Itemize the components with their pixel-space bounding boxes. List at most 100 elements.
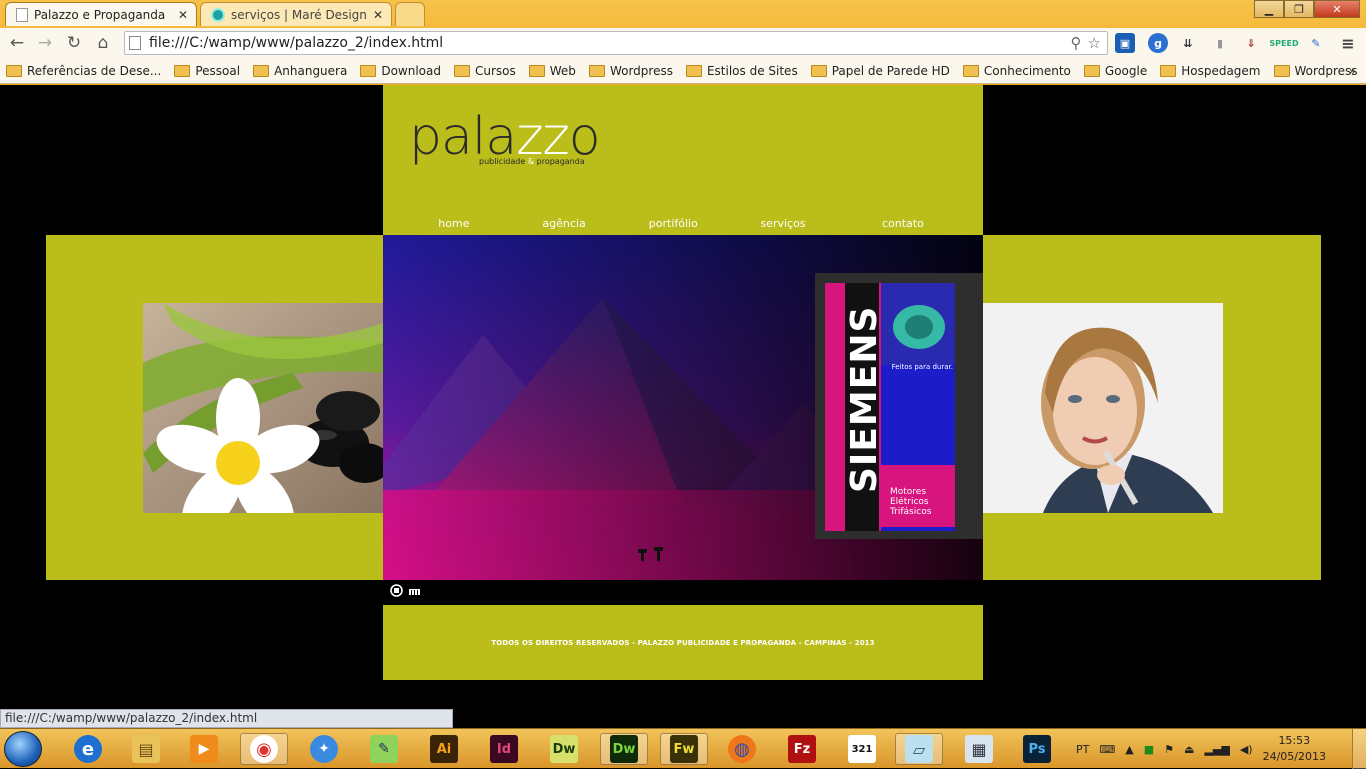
taskbar-counter[interactable]: 321 (838, 733, 886, 765)
bookmark-label: Web (549, 63, 576, 78)
taskbar-calculator[interactable]: ▦ (955, 733, 1003, 765)
svg-text:SIEMENS: SIEMENS (844, 306, 885, 493)
site-header: palazzo publicidade & propaganda home ag… (383, 85, 983, 235)
palazzo-logo[interactable]: palazzo publicidade & propaganda (409, 107, 601, 167)
menu-agencia[interactable]: agência (525, 217, 604, 230)
dreamweaver-icon: Dw (610, 735, 638, 763)
bookmark-folder-7[interactable]: Estilos de Sites (685, 64, 798, 78)
close-tab-icon[interactable]: ✕ (373, 8, 383, 22)
extension-signal-icon[interactable]: ▮ (1210, 33, 1230, 53)
show-hidden-icons-icon[interactable]: ▲ (1125, 743, 1133, 756)
taskbar-dreamweaver-old[interactable]: Dw (540, 733, 588, 765)
slide-indicators-icon[interactable] (409, 587, 423, 595)
url-text[interactable]: file:///C:/wamp/www/palazzo_2/index.html (149, 35, 1071, 51)
taskbar-safari[interactable]: ✦ (300, 733, 348, 765)
taskbar-media-player[interactable]: ▶ (180, 733, 228, 765)
bookmark-folder-9[interactable]: Conhecimento (962, 63, 1071, 78)
safely-remove-icon[interactable]: ⏏ (1184, 743, 1194, 756)
notes-icon: ▱ (905, 735, 933, 763)
menu-contato[interactable]: contato (823, 217, 983, 230)
taskbar-photoshop[interactable]: Ps (1013, 733, 1061, 765)
tab-mare-design[interactable]: serviços | Maré Design Est ✕ (200, 2, 392, 26)
bookmark-folder-6[interactable]: Wordpress (588, 64, 673, 78)
menu-portifolio[interactable]: portifólio (603, 217, 743, 230)
forward-button[interactable]: → (34, 32, 56, 54)
taskbar-filezilla[interactable]: Fz (778, 733, 826, 765)
folder-icon (528, 64, 545, 77)
folder-icon (6, 64, 22, 77)
clock[interactable]: 15:53 24/05/2013 (1263, 733, 1326, 765)
site-footer: TODOS OS DIREITOS RESERVADOS - PALAZZO P… (383, 605, 983, 680)
volume-icon[interactable]: ◀) (1240, 743, 1253, 756)
bookmark-folder-5[interactable]: Web (528, 63, 576, 78)
window-controls: ▁ ❐ ✕ (1254, 0, 1360, 18)
new-tab-button[interactable] (395, 2, 425, 26)
spa-flower-thumbnail[interactable] (143, 303, 383, 513)
extension-speed-icon[interactable]: SPEED (1269, 33, 1298, 53)
bookmark-folder-10[interactable]: Google (1083, 64, 1147, 78)
tab-palazzo[interactable]: Palazzo e Propaganda ✕ (5, 2, 197, 26)
minimize-button[interactable]: ▁ (1254, 0, 1284, 18)
main-slide[interactable]: SIEMENS Feitos para durar. Motores Elétr… (383, 235, 983, 580)
bookmarks-more-button[interactable]: » (1349, 64, 1356, 78)
bookmark-star-icon[interactable]: ☆ (1088, 34, 1101, 52)
taskbar-firefox[interactable]: ◍ (718, 733, 766, 765)
green-app-icon[interactable]: ■ (1144, 743, 1154, 756)
maximize-button[interactable]: ❐ (1284, 0, 1314, 18)
taskbar-chrome[interactable]: ◉ (240, 733, 288, 765)
network-icon[interactable]: ▂▄▆ (1204, 743, 1229, 756)
home-button[interactable]: ⌂ (92, 32, 114, 54)
pyramids-slide-image: SIEMENS Feitos para durar. Motores Elétr… (383, 235, 983, 580)
bookmark-folder-3[interactable]: Download (360, 64, 441, 78)
taskbar-notes[interactable]: ▱ (895, 733, 943, 765)
page-icon (16, 7, 28, 22)
menu-home[interactable]: home (383, 217, 525, 230)
bookmark-folder-12[interactable]: Wordpress (1273, 64, 1358, 78)
taskbar-file-explorer[interactable]: ▤ (122, 733, 170, 765)
page-icon (129, 36, 141, 50)
extension-arrow-icon[interactable]: ⇓ (1241, 33, 1261, 53)
bookmark-folder-11[interactable]: Hospedagem (1160, 64, 1261, 78)
zoom-icon[interactable]: ⚲ (1071, 34, 1082, 52)
bookmark-folder-1[interactable]: Pessoal (174, 64, 240, 78)
menu-icon[interactable]: ≡ (1338, 33, 1358, 53)
extension-pen-icon[interactable]: ✎ (1306, 33, 1326, 53)
taskbar-illustrator[interactable]: Ai (420, 733, 468, 765)
bookmark-label: Papel de Parede HD (831, 63, 950, 78)
back-button[interactable]: ← (6, 32, 28, 54)
start-button[interactable] (4, 731, 42, 767)
action-center-flag-icon[interactable]: ⚑ (1164, 743, 1174, 756)
extension-printer-icon[interactable]: ▣ (1115, 33, 1135, 53)
filezilla-icon: Fz (788, 735, 816, 763)
close-tab-icon[interactable]: ✕ (178, 8, 188, 22)
show-desktop-button[interactable] (1352, 729, 1366, 769)
browser-chrome: Palazzo e Propaganda ✕ serviços | Maré D… (0, 0, 1366, 85)
woman-portrait-thumbnail[interactable] (983, 303, 1223, 513)
media-player-icon: ▶ (190, 735, 218, 763)
bookmark-label: Conhecimento (983, 63, 1071, 78)
counter-icon: 321 (848, 735, 876, 763)
extension-download-icon[interactable]: ⇊ (1178, 33, 1198, 53)
pause-icon[interactable] (390, 584, 403, 597)
taskbar-internet-explorer[interactable]: e (64, 733, 112, 765)
bookmark-folder-2[interactable]: Anhanguera (253, 64, 347, 78)
reload-button[interactable]: ↻ (63, 32, 85, 54)
taskbar-indesign[interactable]: Id (480, 733, 528, 765)
language-indicator[interactable]: PT (1076, 743, 1089, 756)
close-window-button[interactable]: ✕ (1314, 0, 1360, 18)
clock-date: 24/05/2013 (1262, 750, 1326, 763)
tab-title: serviços | Maré Design Est (231, 7, 367, 22)
main-menu: home agência portifólio serviços contato (383, 217, 983, 230)
bookmark-folder-0[interactable]: Referências de Dese... (6, 64, 161, 78)
keyboard-icon[interactable]: ⌨ (1099, 743, 1115, 756)
logo-wordmark: palazzo (409, 107, 601, 167)
taskbar-notepad-plus[interactable]: ✎ (360, 733, 408, 765)
menu-servicos[interactable]: serviços (743, 217, 823, 230)
taskbar-dreamweaver[interactable]: Dw (600, 733, 648, 765)
address-bar[interactable]: file:///C:/wamp/www/palazzo_2/index.html… (124, 31, 1108, 55)
chrome-icon: ◉ (250, 735, 278, 763)
bookmark-folder-8[interactable]: Papel de Parede HD (810, 63, 950, 78)
extension-g-icon[interactable]: g (1148, 33, 1168, 53)
bookmark-folder-4[interactable]: Cursos (454, 64, 516, 78)
taskbar-fireworks[interactable]: Fw (660, 733, 708, 765)
